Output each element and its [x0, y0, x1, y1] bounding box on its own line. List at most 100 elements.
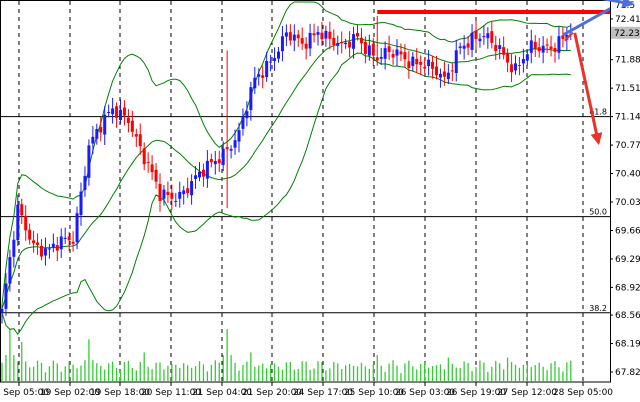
candle-body: [0, 308, 4, 313]
candle-body: [328, 31, 332, 39]
candle-body: [533, 41, 537, 49]
candle-body: [99, 127, 103, 133]
candle-body: [36, 242, 40, 245]
candle-body: [138, 134, 142, 147]
candle-body: [174, 200, 178, 202]
candle-body: [435, 66, 438, 76]
candle-body: [284, 32, 288, 37]
candle-body: [344, 42, 348, 45]
price-tick-label: 69.660: [615, 226, 640, 236]
candle-body: [43, 248, 47, 256]
candle-body: [545, 44, 549, 46]
candle-body: [415, 58, 419, 65]
candle-body: [363, 41, 367, 55]
candle-body: [162, 189, 166, 199]
candle-body: [146, 161, 150, 163]
candle-body: [537, 47, 541, 52]
candle-body: [280, 36, 284, 52]
candle-body: [229, 149, 233, 151]
candle-body: [115, 106, 119, 118]
candle-body: [403, 52, 407, 60]
price-tick-label: 67.820: [615, 368, 640, 378]
candle-body: [4, 283, 8, 309]
candle-body: [126, 117, 130, 123]
candle-body: [446, 72, 450, 79]
candle-body: [450, 70, 454, 72]
candle-body: [20, 204, 24, 216]
candle-body: [201, 169, 205, 177]
candle-body: [498, 45, 502, 49]
candle-body: [253, 77, 257, 89]
candle-body: [12, 239, 16, 257]
candle-body: [190, 181, 194, 196]
candle-body: [63, 237, 67, 239]
price-tick-label: 68.190: [615, 340, 640, 350]
candle-body: [490, 31, 494, 43]
candle-body: [186, 188, 190, 194]
candle-body: [130, 120, 134, 132]
candle-body: [502, 47, 506, 55]
candle-body: [356, 32, 359, 37]
candle-body: [71, 241, 75, 244]
candle-body: [170, 192, 174, 199]
candle-body: [517, 65, 521, 67]
time-axis: 18 Sep 05:0019 Sep 02:0019 Sep 18:0020 S…: [0, 382, 613, 398]
price-tick-label: 72.410: [615, 15, 640, 25]
candle-body: [427, 59, 431, 67]
candle-body: [541, 45, 545, 53]
volume-histogram: [1, 329, 572, 381]
candle-body: [387, 46, 391, 53]
candle-body: [375, 57, 379, 61]
fib-level-label: 50.0: [589, 208, 607, 217]
candle-body: [348, 41, 352, 48]
candle-body: [525, 54, 529, 61]
candle-body: [474, 30, 478, 39]
candle-body: [494, 44, 498, 51]
candle-body: [75, 213, 79, 243]
candle-body: [549, 46, 553, 50]
candle-body: [237, 130, 241, 142]
price-axis: 72.410 71.880 71.510 71.140 70.770 70.400 70.0…: [601, 0, 640, 382]
candle-body: [166, 191, 170, 195]
candle-body: [419, 62, 423, 65]
candle-body: [249, 87, 253, 111]
candle-body: [8, 257, 12, 284]
candle-body: [51, 243, 55, 248]
price-tick-label: 70.770: [615, 141, 640, 151]
candle-body: [273, 58, 277, 61]
candle-body: [438, 73, 442, 78]
candle-body: [182, 190, 186, 195]
current-price-label: 72.230: [614, 29, 640, 39]
candle-body: [312, 33, 316, 36]
price-tick-label: 71.880: [615, 56, 640, 66]
candle-body: [557, 36, 561, 53]
candle-body: [510, 64, 514, 73]
candle-body: [359, 37, 363, 44]
candle-body: [288, 32, 292, 41]
candle-body: [122, 107, 126, 116]
candle-body: [59, 236, 63, 250]
candle-body: [407, 61, 411, 69]
price-tick-label: 68.560: [615, 311, 640, 321]
candle-body: [332, 37, 336, 45]
bollinger-upper: [1, 1, 571, 306]
fib-level-label: 38.2: [589, 304, 607, 313]
forecast-arrow-down: [573, 32, 603, 146]
candle-body: [478, 38, 482, 42]
price-tick-label: 70.400: [615, 170, 640, 180]
candle-body: [399, 51, 403, 55]
candle-body: [352, 34, 356, 49]
candle-body: [340, 41, 344, 44]
candle-body: [134, 134, 138, 137]
candle-body: [245, 111, 249, 119]
candle-body: [154, 169, 158, 182]
candle-body: [395, 49, 399, 56]
candle-body: [32, 240, 36, 244]
candle-body: [486, 33, 490, 39]
candle-body: [261, 75, 265, 78]
candle-body: [79, 191, 83, 215]
candle-body: [304, 43, 308, 49]
candle-body: [16, 204, 20, 241]
candle-body: [111, 108, 115, 115]
candle-body: [482, 36, 486, 38]
